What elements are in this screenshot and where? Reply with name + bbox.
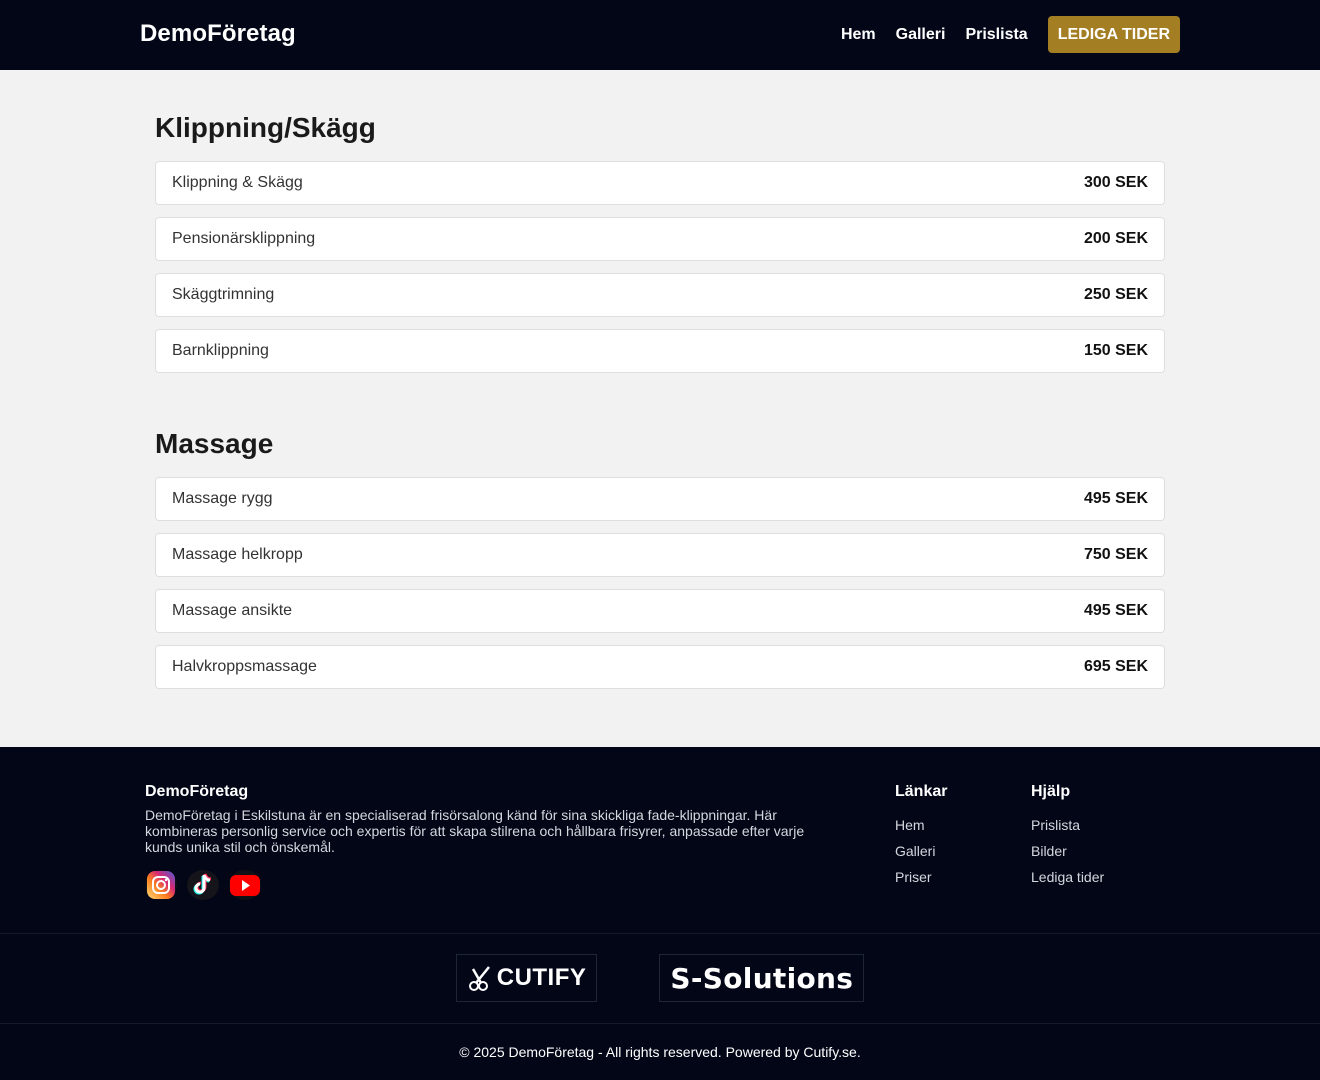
- service-price: 750 SEK: [1083, 546, 1148, 563]
- service-item: Massage ansikte 495 SEK: [155, 589, 1165, 633]
- footer-help-column: Hjälp Prislista Bilder Lediga tider: [1031, 783, 1104, 895]
- service-name: Klippning & Skägg: [172, 174, 303, 191]
- service-price: 300 SEK: [1083, 174, 1148, 191]
- s-solutions-logo-text: S-Solutions: [670, 961, 854, 995]
- service-name: Halvkroppsmassage: [172, 658, 317, 675]
- footer-link-prislista[interactable]: Prislista: [1031, 817, 1104, 833]
- service-price: 200 SEK: [1083, 230, 1148, 247]
- nav-galleri[interactable]: Galleri: [896, 26, 946, 44]
- service-name: Massage helkropp: [172, 546, 303, 563]
- footer-about: DemoFöretag DemoFöretag i Eskilstuna är …: [145, 783, 825, 855]
- service-item: Halvkroppsmassage 695 SEK: [155, 645, 1165, 689]
- footer-divider: [0, 933, 1320, 934]
- instagram-icon[interactable]: [145, 870, 177, 900]
- youtube-icon[interactable]: [229, 870, 261, 900]
- section-massage: Massage Massage rygg 495 SEK Massage hel…: [155, 421, 1165, 689]
- footer-description: DemoFöretag i Eskilstuna är en specialis…: [145, 807, 805, 855]
- service-item: Barnklippning 150 SEK: [155, 329, 1165, 373]
- brand-logo[interactable]: DemoFöretag: [140, 20, 296, 48]
- site-header: DemoFöretag Hem Galleri Prislista LEDIGA…: [0, 0, 1320, 70]
- nav-prislista[interactable]: Prislista: [965, 26, 1027, 44]
- cutify-logo-text: CUTIFY: [496, 964, 587, 991]
- footer-link-priser[interactable]: Priser: [895, 869, 947, 885]
- service-name: Massage rygg: [172, 490, 273, 507]
- section-title: Massage: [155, 428, 274, 459]
- footer-help-title: Hjälp: [1031, 783, 1071, 800]
- service-list: Massage rygg 495 SEK Massage helkropp 75…: [155, 477, 1165, 689]
- section-klippning: Klippning/Skägg Klippning & Skägg 300 SE…: [155, 105, 1165, 373]
- main-nav: Hem Galleri Prislista LEDIGA TIDER: [841, 16, 1180, 53]
- footer-link-hem[interactable]: Hem: [895, 817, 947, 833]
- section-title: Klippning/Skägg: [155, 112, 376, 143]
- service-name: Skäggtrimning: [172, 286, 275, 303]
- service-price: 495 SEK: [1083, 490, 1148, 507]
- scissors-icon: [467, 964, 493, 992]
- site-footer: DemoFöretag DemoFöretag i Eskilstuna är …: [0, 747, 1320, 1080]
- partner-logos: CUTIFY S-Solutions: [0, 954, 1320, 1002]
- nav-hem[interactable]: Hem: [841, 26, 876, 44]
- footer-links-column: Länkar Hem Galleri Priser: [895, 783, 947, 895]
- service-item: Klippning & Skägg 300 SEK: [155, 161, 1165, 205]
- footer-link-bilder[interactable]: Bilder: [1031, 843, 1104, 859]
- service-price: 250 SEK: [1083, 286, 1148, 303]
- service-price: 695 SEK: [1083, 658, 1148, 675]
- service-list: Klippning & Skägg 300 SEK Pensionärsklip…: [155, 161, 1165, 373]
- social-links: [145, 870, 271, 900]
- service-name: Barnklippning: [172, 342, 269, 359]
- s-solutions-logo[interactable]: S-Solutions: [659, 954, 865, 1002]
- service-price: 495 SEK: [1083, 602, 1148, 619]
- footer-link-galleri[interactable]: Galleri: [895, 843, 947, 859]
- service-price: 150 SEK: [1083, 342, 1148, 359]
- service-item: Skäggtrimning 250 SEK: [155, 273, 1165, 317]
- service-item: Massage helkropp 750 SEK: [155, 533, 1165, 577]
- footer-title: DemoFöretag: [145, 783, 249, 800]
- service-name: Pensionärsklippning: [172, 230, 316, 247]
- service-item: Massage rygg 495 SEK: [155, 477, 1165, 521]
- cutify-logo[interactable]: CUTIFY: [455, 954, 598, 1002]
- lediga-tider-button[interactable]: LEDIGA TIDER: [1047, 16, 1180, 53]
- tiktok-icon[interactable]: [187, 870, 219, 900]
- footer-link-lediga-tider[interactable]: Lediga tider: [1031, 869, 1104, 885]
- service-name: Massage ansikte: [172, 602, 293, 619]
- copyright-text: © 2025 DemoFöretag - All rights reserved…: [459, 1044, 861, 1060]
- footer-divider: [0, 1023, 1320, 1024]
- footer-links-title: Länkar: [895, 783, 948, 800]
- service-item: Pensionärsklippning 200 SEK: [155, 217, 1165, 261]
- price-list: Klippning/Skägg Klippning & Skägg 300 SE…: [155, 70, 1165, 701]
